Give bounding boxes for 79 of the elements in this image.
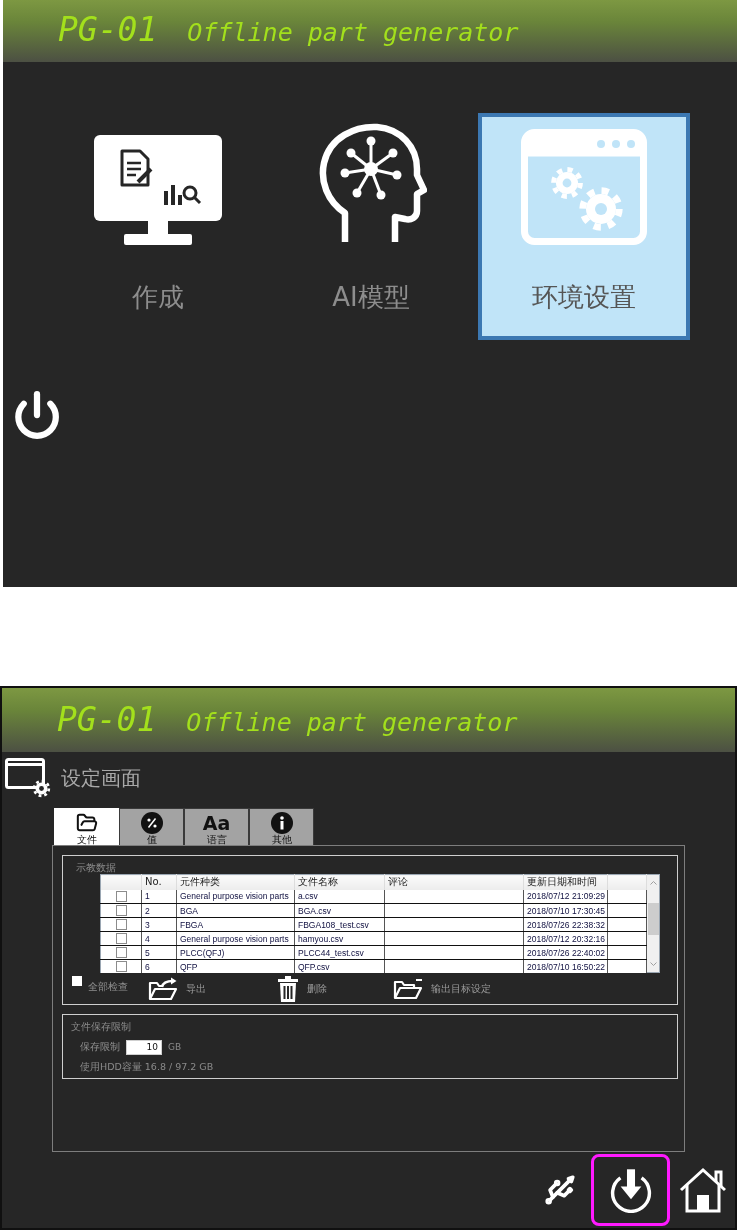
tab[interactable]: 文件 bbox=[54, 808, 119, 845]
column-header[interactable]: 元件种类 bbox=[176, 874, 295, 890]
table-cell: 4 bbox=[141, 931, 177, 946]
scrollbar[interactable] bbox=[647, 874, 660, 973]
group-title: 文件保存限制 bbox=[71, 1021, 131, 1033]
power-button[interactable] bbox=[12, 390, 62, 440]
tab[interactable]: Aa 语言 bbox=[184, 808, 249, 845]
table-cell: 2 bbox=[141, 903, 177, 918]
usb-button[interactable] bbox=[543, 1173, 577, 1207]
tab[interactable]: 值 bbox=[119, 808, 184, 845]
app-code: PG-01 bbox=[58, 12, 158, 48]
checkbox[interactable] bbox=[72, 976, 82, 986]
row-checkbox[interactable] bbox=[115, 919, 127, 930]
table-cell: 2018/07/10 16:50:22 bbox=[523, 959, 608, 973]
table-cell: BGA bbox=[176, 903, 295, 918]
table-cell: PLCC(QFJ) bbox=[176, 945, 295, 960]
scrollbar-thumb[interactable] bbox=[647, 903, 659, 935]
tab[interactable]: 其他 bbox=[249, 808, 314, 845]
power-icon bbox=[12, 390, 62, 440]
open-folder-icon bbox=[393, 978, 423, 1000]
table-cell: 2018/07/10 17:30:45 bbox=[523, 903, 608, 918]
font-glyph: Aa bbox=[202, 812, 231, 834]
window-gears-icon bbox=[521, 129, 647, 245]
group-title: 示教数据 bbox=[76, 862, 116, 874]
home-button[interactable] bbox=[678, 1167, 728, 1213]
table-cell: FBGA108_test.csv bbox=[294, 917, 385, 932]
table-cell: 2018/07/12 21:09:29 bbox=[523, 889, 608, 904]
table-cell: 3 bbox=[141, 917, 177, 932]
table-cell: PLCC44_test.csv bbox=[294, 945, 385, 960]
row-checkbox[interactable] bbox=[115, 890, 127, 902]
table-cell: FBGA bbox=[176, 917, 295, 932]
column-header[interactable]: 更新日期和时间 bbox=[523, 874, 608, 890]
table-cell: hamyou.csv bbox=[294, 931, 385, 946]
scroll-up-icon[interactable] bbox=[649, 881, 657, 885]
checkbox-label: 全部检查 bbox=[88, 981, 128, 993]
table-cell: QFP bbox=[176, 959, 295, 973]
scroll-down-icon[interactable] bbox=[649, 962, 657, 966]
table-cell: 2018/07/26 22:38:32 bbox=[523, 917, 608, 932]
column-header[interactable]: 评论 bbox=[384, 874, 524, 890]
table-cell: 2018/07/12 20:32:16 bbox=[523, 931, 608, 946]
table-cell: 6 bbox=[141, 959, 177, 973]
column-header[interactable]: No. bbox=[141, 874, 177, 890]
percent-icon bbox=[140, 812, 163, 834]
column-header[interactable]: 文件名称 bbox=[294, 874, 385, 890]
menu-tile[interactable]: AI模型 bbox=[265, 113, 477, 340]
download-button[interactable] bbox=[591, 1154, 670, 1226]
menu-tile[interactable]: 环境设置 bbox=[478, 113, 690, 340]
page-title: 设定画面 bbox=[61, 766, 141, 790]
usb-icon bbox=[543, 1173, 577, 1207]
app-code: PG-01 bbox=[57, 702, 157, 738]
storage-limit-field[interactable]: 10 bbox=[126, 1039, 162, 1055]
app-title: Offline part generator bbox=[186, 708, 518, 738]
folder-arrow-icon bbox=[148, 977, 178, 1001]
menu-tile[interactable]: 作成 bbox=[52, 113, 264, 340]
row-checkbox[interactable] bbox=[115, 905, 127, 916]
table-cell: General purpose vision parts bbox=[176, 889, 295, 904]
output-folder-button[interactable]: 输出目标设定 bbox=[393, 978, 491, 1000]
trash-icon bbox=[277, 976, 299, 1002]
table-cell: 1 bbox=[141, 889, 177, 904]
row-checkbox[interactable] bbox=[115, 933, 127, 944]
usage-text: 使用HDD容量 16.8 / 97.2 GB bbox=[80, 1061, 214, 1073]
table-cell: 2018/07/26 22:40:02 bbox=[523, 945, 608, 960]
field-label: 保存限制 bbox=[80, 1041, 120, 1053]
app-title: Offline part generator bbox=[187, 18, 519, 48]
window-gear-icon bbox=[5, 758, 51, 798]
export-button[interactable]: 导出 bbox=[148, 977, 206, 1001]
folder-icon bbox=[75, 812, 98, 834]
delete-button[interactable]: 删除 bbox=[277, 976, 327, 1002]
row-checkbox[interactable] bbox=[115, 947, 127, 958]
monitor-icon bbox=[94, 135, 222, 245]
row-checkbox[interactable] bbox=[115, 961, 127, 972]
unit-label: GB bbox=[168, 1041, 182, 1053]
info-icon bbox=[270, 812, 293, 834]
table-cell: General purpose vision parts bbox=[176, 931, 295, 946]
home-icon bbox=[678, 1167, 728, 1213]
table-cell: a.csv bbox=[294, 889, 385, 904]
table-cell: BGA.csv bbox=[294, 903, 385, 918]
table-cell: 5 bbox=[141, 945, 177, 960]
table-cell: QFP.csv bbox=[294, 959, 385, 973]
